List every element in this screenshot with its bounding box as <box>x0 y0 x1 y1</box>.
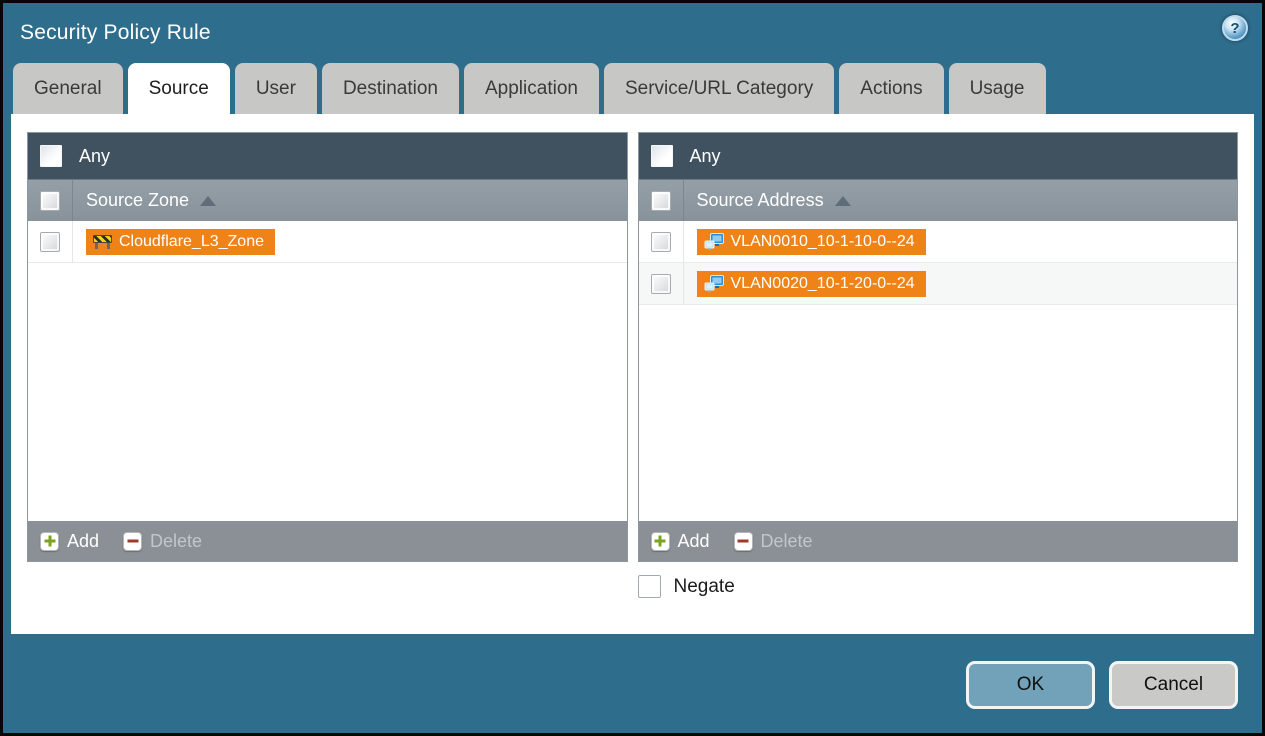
tab-application[interactable]: Application <box>464 63 599 114</box>
panels-container: Any Source Zone Cloudflare_L3_Zone Add D… <box>11 114 1254 562</box>
source-address-any-header: Any <box>638 133 1237 179</box>
row-checkbox[interactable] <box>650 231 671 252</box>
plus-icon <box>650 531 670 551</box>
source-zone-column-header[interactable]: Source Zone <box>28 179 627 221</box>
ok-button[interactable]: OK <box>966 661 1095 709</box>
select-all-cell <box>28 180 73 221</box>
minus-icon <box>733 531 753 551</box>
zone-icon <box>93 234 112 249</box>
row-checkbox-cell <box>28 221 73 262</box>
source-address-panel: Any Source Address VLAN0010_10-1-10-0--2… <box>637 132 1238 562</box>
source-zone-column-label: Source Zone <box>86 190 190 210</box>
address-label: VLAN0010_10-1-10-0--24 <box>730 232 915 250</box>
address-label: VLAN0020_10-1-20-0--24 <box>730 274 915 292</box>
source-address-column-label: Source Address <box>696 190 824 210</box>
address-icon <box>704 232 724 249</box>
row-checkbox-cell <box>639 263 684 304</box>
sort-asc-icon <box>200 195 217 206</box>
source-tab-content: Any Source Zone Cloudflare_L3_Zone Add D… <box>11 114 1254 634</box>
tab-actions[interactable]: Actions <box>839 63 944 114</box>
negate-checkbox[interactable] <box>637 575 661 598</box>
address-tag: VLAN0020_10-1-20-0--24 <box>696 270 926 297</box>
add-button[interactable]: Add <box>650 530 710 552</box>
table-row[interactable]: VLAN0010_10-1-10-0--24 <box>638 221 1237 263</box>
tab-service-url-category[interactable]: Service/URL Category <box>603 63 835 114</box>
tab-destination[interactable]: Destination <box>321 63 459 114</box>
plus-icon <box>40 531 59 551</box>
source-zone-panel-footer: Add Delete <box>28 521 627 561</box>
source-address-column-header[interactable]: Source Address <box>638 179 1237 221</box>
tab-user[interactable]: User <box>234 63 317 114</box>
page-title: Security Policy Rule <box>20 21 211 44</box>
negate-label: Negate <box>673 575 735 597</box>
titlebar: Security Policy Rule ? <box>3 3 1262 63</box>
source-address-panel-footer: Add Delete <box>638 521 1237 561</box>
tab-general[interactable]: General <box>13 63 123 114</box>
tab-usage[interactable]: Usage <box>948 63 1046 114</box>
add-label: Add <box>677 530 710 551</box>
source-zone-any-header: Any <box>28 133 627 179</box>
source-zone-any-checkbox[interactable] <box>40 145 62 167</box>
delete-label: Delete <box>760 530 813 551</box>
dialog-footer: OK Cancel <box>3 634 1262 709</box>
minus-icon <box>123 531 143 551</box>
table-row[interactable]: Cloudflare_L3_Zone <box>28 221 627 263</box>
table-row[interactable]: VLAN0020_10-1-20-0--24 <box>638 263 1237 305</box>
source-address-any-checkbox[interactable] <box>650 145 673 167</box>
delete-button[interactable]: Delete <box>733 530 813 552</box>
source-zone-panel: Any Source Zone Cloudflare_L3_Zone Add D… <box>27 132 628 562</box>
row-checkbox[interactable] <box>40 231 60 252</box>
cancel-button[interactable]: Cancel <box>1109 661 1238 709</box>
add-button[interactable]: Add <box>40 531 99 552</box>
address-tag: VLAN0010_10-1-10-0--24 <box>696 228 926 255</box>
select-all-cell <box>639 180 684 221</box>
sort-asc-icon <box>834 195 851 206</box>
source-address-rows: VLAN0010_10-1-10-0--24 VLAN0020_10-1-20-… <box>638 221 1237 521</box>
zone-label: Cloudflare_L3_Zone <box>119 232 264 250</box>
negate-row: Negate <box>11 562 1254 598</box>
source-address-any-label: Any <box>689 145 721 166</box>
address-icon <box>704 274 724 291</box>
row-checkbox-cell <box>639 221 684 262</box>
delete-button[interactable]: Delete <box>123 531 202 552</box>
zone-tag: Cloudflare_L3_Zone <box>86 228 275 255</box>
source-zone-rows: Cloudflare_L3_Zone <box>28 221 627 521</box>
help-glyph: ? <box>1230 19 1240 37</box>
row-checkbox[interactable] <box>650 273 671 294</box>
delete-label: Delete <box>150 530 203 551</box>
security-policy-rule-dialog: Security Policy Rule ? General Source Us… <box>0 0 1265 736</box>
source-zone-select-all-checkbox[interactable] <box>40 190 60 211</box>
help-icon[interactable]: ? <box>1222 15 1248 41</box>
source-address-select-all-checkbox[interactable] <box>650 190 671 211</box>
source-zone-any-label: Any <box>79 145 111 166</box>
tab-bar: General Source User Destination Applicat… <box>3 63 1262 114</box>
negate-control: Negate <box>637 575 1239 598</box>
add-label: Add <box>67 530 100 551</box>
tab-source[interactable]: Source <box>127 63 230 114</box>
